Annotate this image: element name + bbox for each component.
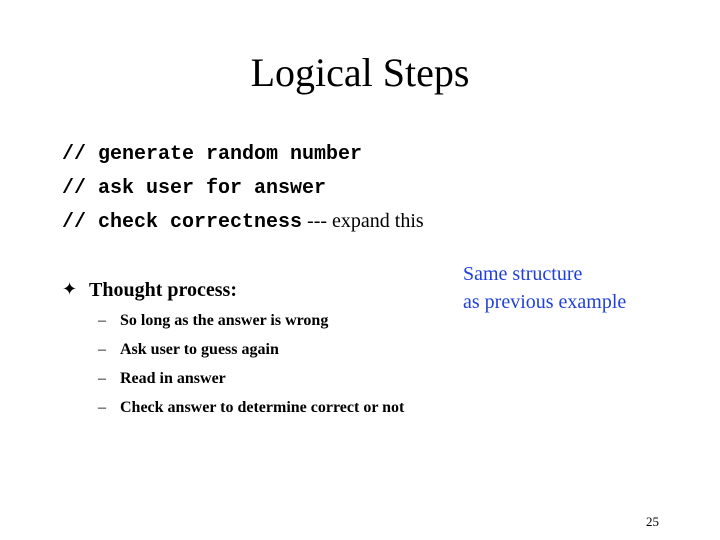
list-item-text: So long as the answer is wrong [120,312,329,329]
code-line-3: // check correctness --- expand this [62,205,424,239]
list-item: – So long as the answer is wrong [98,306,404,335]
callout-line-1: Same structure [463,263,583,285]
bullet-section: ✦ Thought process: – So long as the answ… [62,275,404,416]
dash-bullet-icon: – [98,370,106,387]
callout-note: Same structure as previous example [463,260,626,316]
code-block: // generate random number // ask user fo… [62,137,424,239]
code-line-2: // ask user for answer [62,171,424,205]
code-text: // generate random number [62,143,363,166]
code-note-expand: --- expand this [302,210,424,232]
list-item-text: Check answer to determine correct or not [120,399,405,416]
slide-title: Logical Steps [250,50,470,95]
list-item: – Check answer to determine correct or n… [98,393,404,422]
code-text: // check correctness [62,211,303,234]
dash-bullet-icon: – [98,312,106,329]
dash-bullet-icon: – [98,341,106,358]
bullet-text: Thought process: [89,279,237,301]
list-item-text: Read in answer [120,370,226,387]
callout-line-2: as previous example [463,291,627,313]
code-line-1: // generate random number [62,137,424,171]
list-item: – Ask user to guess again [98,335,404,364]
list-item: – Read in answer [98,364,404,393]
list-item-text: Ask user to guess again [120,341,279,358]
sub-list: – So long as the answer is wrong – Ask u… [98,306,404,422]
code-text: // ask user for answer [62,177,327,200]
page-number: 25 [646,514,659,529]
dash-bullet-icon: – [98,399,106,416]
star-bullet-icon: ✦ [62,279,78,300]
bullet-item: ✦ Thought process: [62,275,237,305]
